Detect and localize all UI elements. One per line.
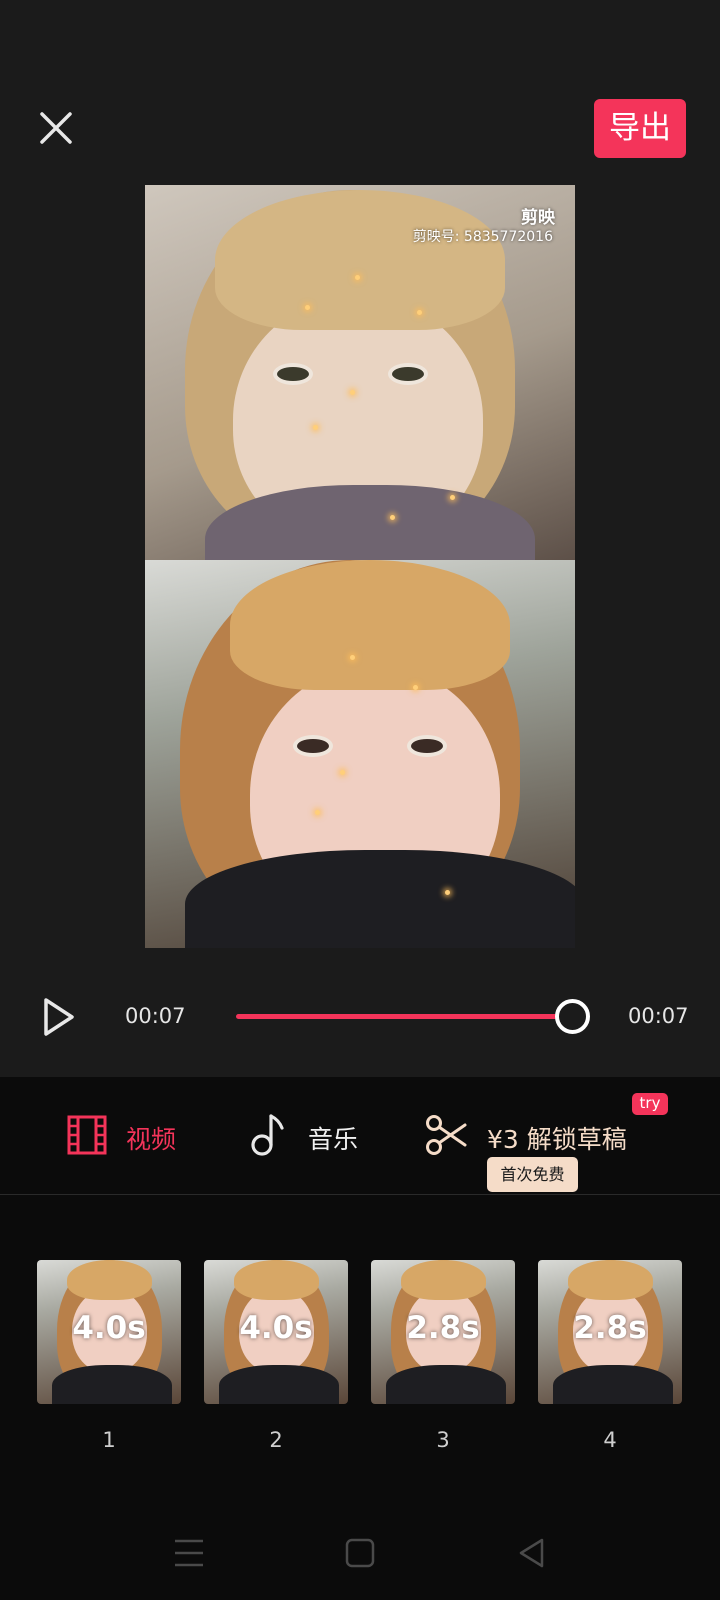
clip-thumbnail-2[interactable]: 4.0s bbox=[204, 1260, 348, 1404]
tab-video-label: 视频 bbox=[126, 1125, 177, 1154]
try-badge: try bbox=[632, 1093, 668, 1115]
clip-duration: 4.0s bbox=[239, 1310, 313, 1346]
watermark-logo: 剪映 bbox=[521, 208, 555, 228]
total-time: 00:07 bbox=[628, 1004, 689, 1028]
current-time: 00:07 bbox=[125, 1004, 186, 1028]
tab-video[interactable]: 视频 bbox=[66, 1110, 216, 1160]
clip-duration: 4.0s bbox=[72, 1310, 146, 1346]
play-icon bbox=[44, 998, 74, 1036]
watermark-id: 剪映号: 5835772016 bbox=[412, 229, 553, 245]
nav-back-button[interactable] bbox=[514, 1535, 550, 1571]
clip-index: 2 bbox=[269, 1428, 283, 1452]
tab-music[interactable]: 音乐 bbox=[248, 1110, 378, 1160]
clip-duration: 2.8s bbox=[573, 1310, 647, 1346]
menu-icon bbox=[175, 1539, 203, 1567]
close-button[interactable] bbox=[34, 106, 78, 150]
export-button[interactable]: 导出 bbox=[594, 99, 686, 158]
close-icon bbox=[40, 112, 72, 144]
progress-thumb[interactable] bbox=[555, 999, 590, 1034]
clip-thumbnail-1[interactable]: 4.0s bbox=[37, 1260, 181, 1404]
tab-unlock-draft[interactable]: ¥3 解锁草稿 bbox=[425, 1110, 655, 1160]
preview-photo-top: 剪映 剪映号: 5835772016 bbox=[145, 185, 575, 560]
preview-photo-bottom bbox=[145, 560, 575, 948]
music-note-icon bbox=[251, 1114, 284, 1156]
clip-duration: 2.8s bbox=[406, 1310, 480, 1346]
home-icon bbox=[345, 1538, 375, 1568]
clip-index: 1 bbox=[102, 1428, 116, 1452]
clip-index: 4 bbox=[603, 1428, 617, 1452]
film-icon bbox=[67, 1115, 107, 1155]
play-button[interactable] bbox=[42, 997, 76, 1037]
clip-index: 3 bbox=[436, 1428, 450, 1452]
clip-thumbnail-3[interactable]: 2.8s bbox=[371, 1260, 515, 1404]
nav-menu-button[interactable] bbox=[171, 1535, 207, 1571]
nav-home-button[interactable] bbox=[342, 1535, 378, 1571]
progress-track[interactable] bbox=[236, 1014, 572, 1019]
first-free-badge: 首次免费 bbox=[487, 1157, 578, 1192]
video-preview[interactable]: 剪映 剪映号: 5835772016 bbox=[145, 185, 575, 948]
scissors-icon bbox=[426, 1115, 467, 1155]
back-icon bbox=[519, 1538, 544, 1568]
tab-music-label: 音乐 bbox=[308, 1125, 359, 1154]
tab-unlock-label: ¥3 解锁草稿 bbox=[487, 1125, 627, 1154]
clip-thumbnail-4[interactable]: 2.8s bbox=[538, 1260, 682, 1404]
panel-divider bbox=[0, 1194, 720, 1195]
